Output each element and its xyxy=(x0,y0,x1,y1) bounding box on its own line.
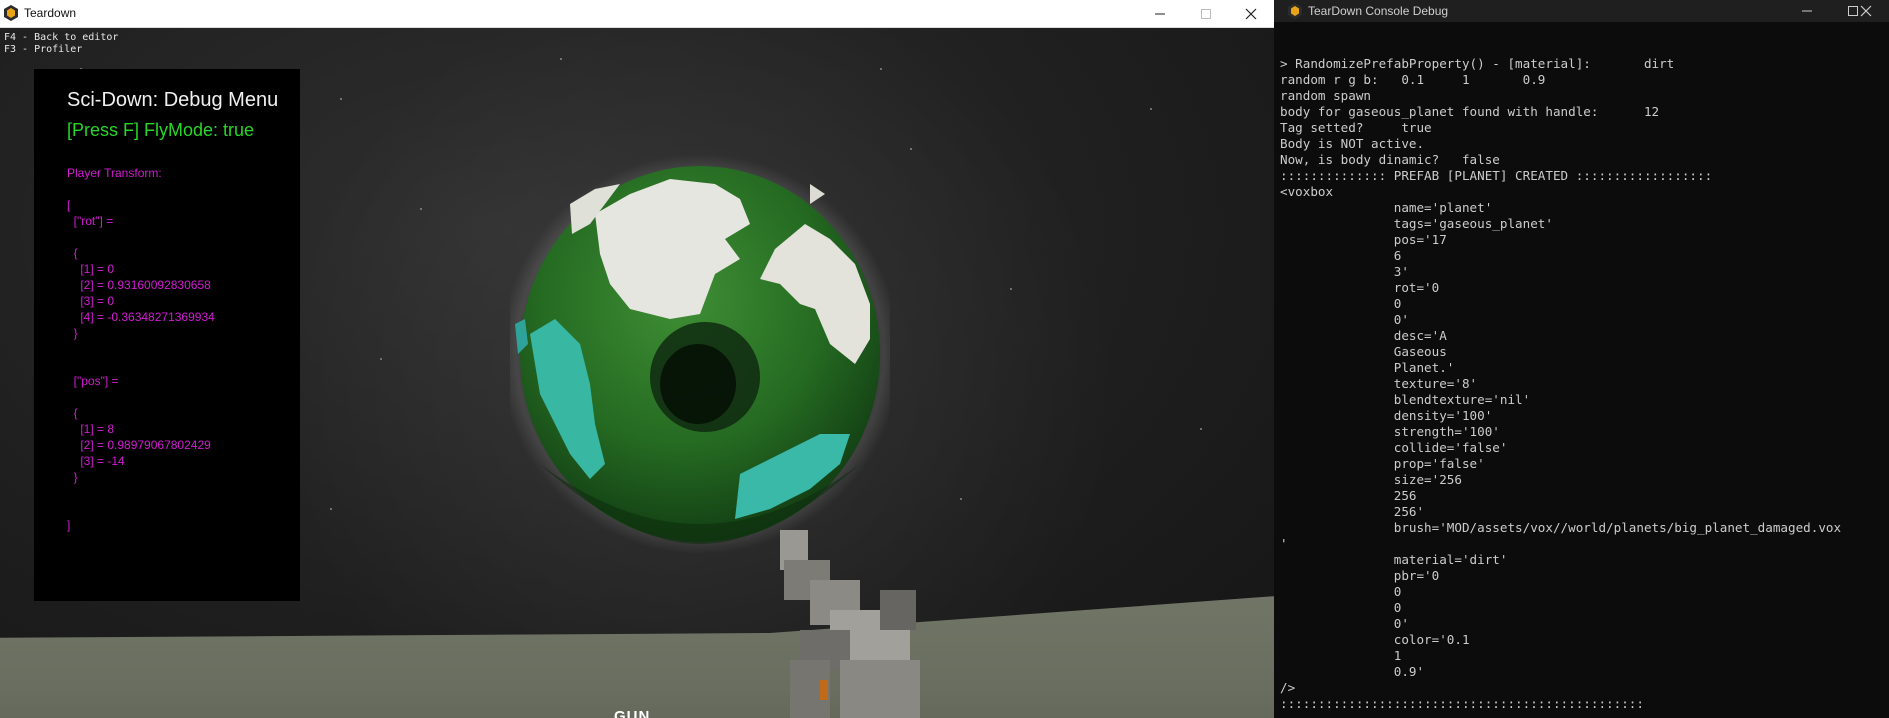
close-icon xyxy=(1245,8,1257,19)
console-line: 0 xyxy=(1280,600,1402,615)
star xyxy=(380,358,382,360)
console-titlebar[interactable]: TearDown Console Debug xyxy=(1274,0,1889,22)
console-line: Now, is body dinamic? false xyxy=(1280,152,1500,167)
game-window: Teardown F4 - Back to editor F3 - Profil… xyxy=(0,0,1274,718)
console-line: desc='A xyxy=(1280,328,1447,343)
fly-mode-status: [Press F] FlyMode: true xyxy=(67,120,255,140)
console-line: name='planet' xyxy=(1280,200,1493,215)
transform-line: { xyxy=(67,246,78,260)
console-line: tags='gaseous_planet' xyxy=(1280,216,1553,231)
transform-line: [ xyxy=(67,198,71,212)
console-line: > RandomizePrefabProperty() - [material]… xyxy=(1280,56,1675,71)
player-transform-label: Player Transform: xyxy=(67,166,162,180)
teardown-logo-icon xyxy=(1288,3,1302,19)
transform-line: [3] = 0 xyxy=(67,294,115,308)
console-line: 0' xyxy=(1280,312,1409,327)
star xyxy=(880,68,882,70)
console-line: rot='0 xyxy=(1280,280,1440,295)
star xyxy=(1010,288,1012,290)
transform-line: ["rot"] = xyxy=(67,214,114,228)
console-line: ::::::::::::::::::::::::::::::::::::::::… xyxy=(1280,696,1644,711)
console-line: 256' xyxy=(1280,504,1425,519)
hint-editor: F4 - Back to editor xyxy=(4,32,119,43)
maximize-button[interactable] xyxy=(1183,0,1229,27)
ground-plane xyxy=(0,596,1274,718)
console-line: <voxbox xyxy=(1280,184,1334,199)
close-button[interactable] xyxy=(1228,0,1274,27)
gun-model xyxy=(780,530,920,718)
console-line: pos='17 xyxy=(1280,232,1447,247)
console-line: pbr='0 xyxy=(1280,568,1440,583)
console-line: 0 xyxy=(1280,296,1402,311)
transform-line: ["pos"] = xyxy=(67,374,119,388)
console-line: texture='8' xyxy=(1280,376,1478,391)
game-titlebar[interactable]: Teardown xyxy=(0,0,1274,28)
transform-line: [2] = 0.93160092830658 xyxy=(67,278,211,292)
console-line: 0.9' xyxy=(1280,664,1425,679)
hint-profiler: F3 - Profiler xyxy=(4,44,83,55)
transform-line: ] xyxy=(67,518,71,532)
console-line: random r g b: 0.1 1 0.9 xyxy=(1280,72,1546,87)
console-line: density='100' xyxy=(1280,408,1493,423)
console-line: body for gaseous_planet found with handl… xyxy=(1280,104,1660,119)
console-close-button[interactable] xyxy=(1843,0,1889,22)
debug-menu-panel: Sci-Down: Debug Menu [Press F] FlyMode: … xyxy=(34,69,300,601)
minimize-button[interactable] xyxy=(1137,0,1183,27)
console-line: strength='100' xyxy=(1280,424,1500,439)
console-line: 256 xyxy=(1280,488,1417,503)
console-line: random spawn xyxy=(1280,88,1371,103)
game-viewport[interactable]: F4 - Back to editor F3 - Profiler Sci-Do… xyxy=(0,28,1274,718)
star xyxy=(1150,108,1152,110)
console-line: 6 xyxy=(1280,248,1402,263)
console-line: 1 xyxy=(1280,648,1402,663)
star xyxy=(340,98,342,100)
star xyxy=(910,148,912,150)
maximize-icon xyxy=(1201,8,1211,19)
console-line: blendtexture='nil' xyxy=(1280,392,1531,407)
transform-line: } xyxy=(67,326,78,340)
console-window: TearDown Console Debug > RandomizePrefab… xyxy=(1274,0,1889,718)
transform-line: [2] = 0.98979067802429 xyxy=(67,438,211,452)
console-line: /> xyxy=(1280,680,1296,695)
console-output[interactable]: > RandomizePrefabProperty() - [material]… xyxy=(1280,56,1841,712)
console-line: prop='false' xyxy=(1280,456,1485,471)
planet xyxy=(510,154,890,554)
console-line: size='256 xyxy=(1280,472,1462,487)
star xyxy=(560,58,562,60)
star xyxy=(330,508,332,510)
transform-line: [1] = 0 xyxy=(67,262,115,276)
console-minimize-button[interactable] xyxy=(1784,0,1830,22)
console-line: color='0.1 xyxy=(1280,632,1470,647)
console-line: Gaseous xyxy=(1280,344,1447,359)
game-window-title: Teardown xyxy=(24,6,77,20)
console-window-title: TearDown Console Debug xyxy=(1308,4,1449,18)
teardown-logo-icon xyxy=(4,5,18,21)
console-line: ' xyxy=(1280,536,1288,551)
console-line: Planet.' xyxy=(1280,360,1455,375)
minimize-icon xyxy=(1802,10,1812,12)
console-line: Tag setted? true xyxy=(1280,120,1432,135)
transform-line: [1] = 8 xyxy=(67,422,115,436)
debug-menu-title: Sci-Down: Debug Menu xyxy=(67,89,279,111)
minimize-icon xyxy=(1155,13,1165,14)
close-icon xyxy=(1860,5,1872,17)
console-line: brush='MOD/assets/vox//world/planets/big… xyxy=(1280,520,1842,535)
star xyxy=(420,208,422,210)
console-line: 0 xyxy=(1280,584,1402,599)
console-line: material='dirt' xyxy=(1280,552,1508,567)
console-line: :::::::::::::: PREFAB [PLANET] CREATED :… xyxy=(1280,168,1713,183)
console-line: Body is NOT active. xyxy=(1280,136,1425,151)
console-line: 0' xyxy=(1280,616,1409,631)
transform-line: [3] = -14 xyxy=(67,454,125,468)
tool-label: GUN xyxy=(614,708,651,718)
console-line: 3' xyxy=(1280,264,1409,279)
transform-line: { xyxy=(67,406,78,420)
star xyxy=(960,498,962,500)
transform-line: } xyxy=(67,470,78,484)
star xyxy=(1200,428,1202,430)
console-line: collide='false' xyxy=(1280,440,1508,455)
transform-line: [4] = -0.36348271369934 xyxy=(67,310,215,324)
